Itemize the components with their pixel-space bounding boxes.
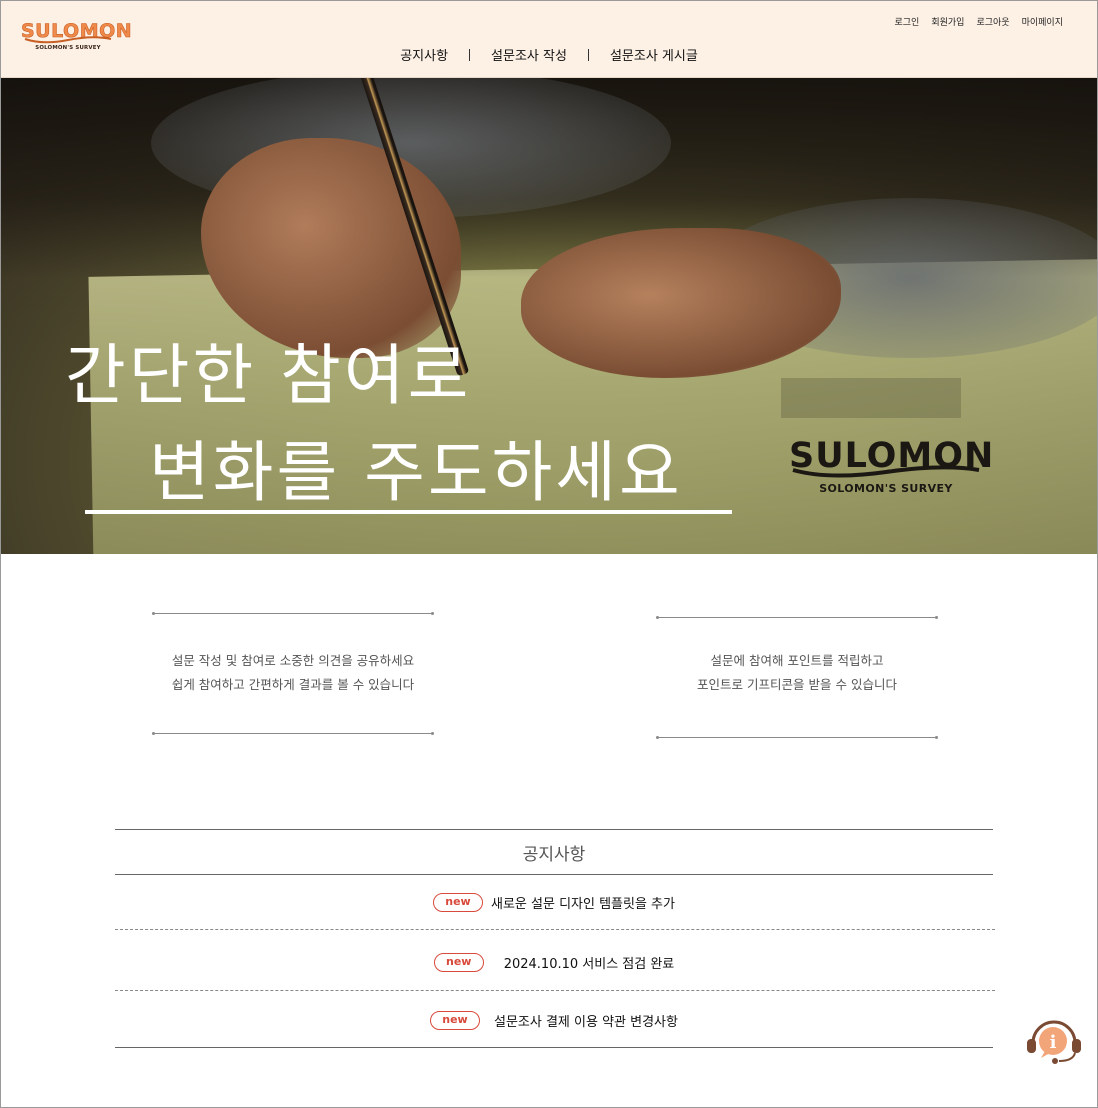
notice-title: 공지사항 bbox=[522, 845, 586, 865]
hero-logo-swoosh-icon bbox=[792, 465, 980, 478]
help-headset-icon: i bbox=[1027, 1020, 1081, 1064]
notice-item[interactable]: new 2024.10.10 서비스 점검 완료 bbox=[115, 950, 993, 974]
notice-head-rule bbox=[115, 874, 993, 875]
nav-notice[interactable]: 공지사항 bbox=[379, 45, 469, 64]
help-glyph: i bbox=[1050, 1032, 1057, 1053]
page-frame: SULOMON SOLOMON'S SURVEY 로그인 회원가입 로그아웃 마… bbox=[0, 0, 1098, 1108]
logo-swoosh-icon bbox=[24, 36, 112, 44]
hero-underline bbox=[85, 510, 732, 514]
nav-survey-board[interactable]: 설문조사 게시글 bbox=[589, 45, 719, 64]
feature-line: 쉽게 참여하고 간편하게 결과를 볼 수 있습니다 bbox=[171, 677, 415, 692]
feature-rule-top bbox=[152, 612, 434, 615]
feature-rule-top bbox=[656, 616, 938, 619]
notice-bottom-rule bbox=[115, 1047, 993, 1048]
feature-line: 포인트로 기프티콘을 받을 수 있습니다 bbox=[697, 677, 897, 692]
hero-banner: 간단한 참여로 변화를 주도하세요 SULOMON SOLOMON'S SURV… bbox=[1, 78, 1097, 554]
main-nav: 공지사항 설문조사 작성 설문조사 게시글 bbox=[1, 45, 1097, 64]
hero-headline-line2: 변화를 주도하세요 bbox=[149, 434, 683, 511]
logout-link[interactable]: 로그아웃 bbox=[976, 15, 1009, 28]
help-button[interactable]: i bbox=[1025, 1013, 1083, 1067]
hero-photo-form bbox=[781, 378, 961, 418]
feature-block-survey: 설문 작성 및 참여로 소중한 의견을 공유하세요 쉽게 참여하고 간편하게 결… bbox=[152, 612, 434, 737]
nav-survey-create[interactable]: 설문조사 작성 bbox=[470, 45, 588, 64]
feature-text: 설문에 참여해 포인트를 적립하고 포인트로 기프티콘을 받을 수 있습니다 bbox=[657, 649, 937, 697]
utility-nav: 로그인 회원가입 로그아웃 마이페이지 bbox=[895, 15, 1064, 28]
mypage-link[interactable]: 마이페이지 bbox=[1022, 15, 1063, 28]
hero-headline-line1: 간단한 참여로 bbox=[65, 337, 472, 414]
new-badge: new bbox=[433, 892, 483, 912]
notice-top-rule bbox=[115, 829, 993, 830]
feature-text: 설문 작성 및 참여로 소중한 의견을 공유하세요 쉽게 참여하고 간편하게 결… bbox=[153, 649, 433, 697]
feature-line: 설문 작성 및 참여로 소중한 의견을 공유하세요 bbox=[171, 653, 415, 668]
notice-divider bbox=[115, 990, 995, 991]
new-badge: new bbox=[433, 952, 484, 972]
notice-item[interactable]: new 설문조사 결제 이용 약관 변경사항 bbox=[115, 1008, 993, 1032]
hero-logo-subtitle: SOLOMON'S SURVEY bbox=[819, 482, 953, 495]
feature-rule-bottom bbox=[152, 732, 434, 735]
feature-block-points: 설문에 참여해 포인트를 적립하고 포인트로 기프티콘을 받을 수 있습니다 bbox=[656, 616, 938, 741]
notice-item-title[interactable]: 설문조사 결제 이용 약관 변경사항 bbox=[494, 1011, 678, 1030]
notice-item-title[interactable]: 새로운 설문 디자인 템플릿을 추가 bbox=[491, 893, 675, 912]
feature-line: 설문에 참여해 포인트를 적립하고 bbox=[710, 653, 884, 668]
feature-rule-bottom bbox=[656, 736, 938, 739]
site-header: SULOMON SOLOMON'S SURVEY 로그인 회원가입 로그아웃 마… bbox=[1, 1, 1097, 78]
new-badge: new bbox=[430, 1010, 480, 1030]
notice-divider bbox=[115, 929, 995, 930]
notice-item[interactable]: new 새로운 설문 디자인 템플릿을 추가 bbox=[115, 890, 993, 914]
hero-logo: SULOMON SOLOMON'S SURVEY bbox=[789, 438, 993, 502]
login-link[interactable]: 로그인 bbox=[895, 15, 920, 28]
signup-link[interactable]: 회원가입 bbox=[931, 15, 964, 28]
notice-item-title[interactable]: 2024.10.10 서비스 점검 완료 bbox=[504, 953, 675, 972]
